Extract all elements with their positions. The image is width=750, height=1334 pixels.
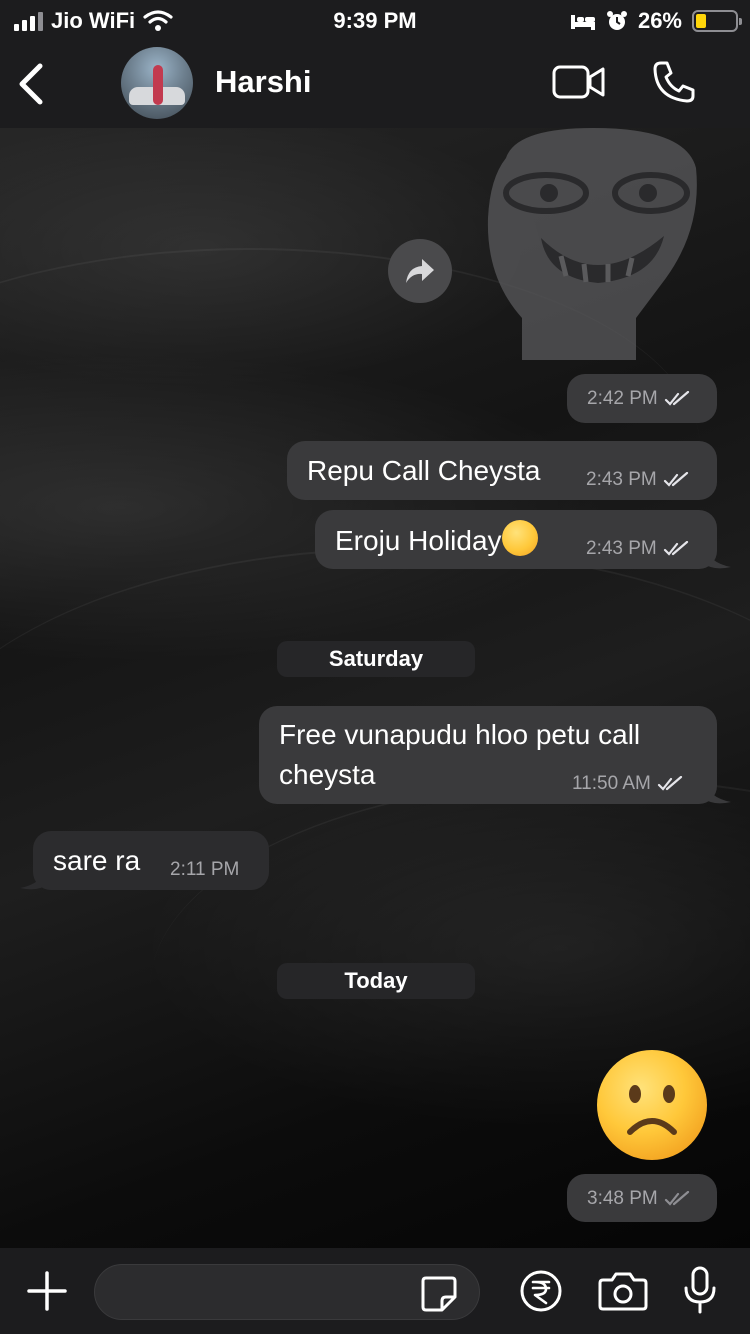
- message-time: 3:48 PM: [587, 1188, 658, 1209]
- read-ticks-icon: [657, 776, 682, 791]
- bubble-tail: [20, 866, 48, 890]
- emoji-time-chip: 3:48 PM: [567, 1174, 717, 1222]
- message-text: Eroju Holiday: [335, 525, 502, 556]
- outgoing-message[interactable]: Repu Call Cheysta 2:43 PM: [287, 441, 717, 500]
- delivered-ticks-icon: [664, 1191, 689, 1206]
- message-text-line: Free vunapudu hloo petu call: [279, 719, 641, 750]
- camera-icon[interactable]: [598, 1270, 648, 1312]
- forward-icon: [406, 259, 434, 283]
- message-input[interactable]: [115, 1275, 415, 1311]
- back-chevron-icon[interactable]: [14, 62, 50, 106]
- message-text-line: cheysta: [279, 759, 376, 790]
- bubble-tail: [703, 545, 731, 569]
- video-call-icon[interactable]: [552, 64, 606, 100]
- message-time: 2:42 PM: [587, 388, 658, 409]
- smiling-face-sticker[interactable]: [486, 128, 700, 360]
- outgoing-message[interactable]: Eroju Holiday 2:43 PM: [315, 510, 717, 569]
- message-input-box[interactable]: [94, 1264, 480, 1320]
- composer-bar: [0, 1248, 750, 1334]
- date-separator: Saturday: [277, 641, 475, 677]
- battery-fill: [696, 14, 706, 28]
- frowning-face-features: [627, 1085, 677, 1135]
- microphone-icon[interactable]: [683, 1266, 717, 1314]
- message-text: Repu Call Cheysta: [307, 455, 541, 486]
- plus-icon[interactable]: [26, 1270, 68, 1312]
- date-separator: Today: [277, 963, 475, 999]
- incoming-message[interactable]: sare ra 2:11 PM: [33, 831, 269, 890]
- sticker-icon[interactable]: [420, 1275, 458, 1313]
- forward-button[interactable]: [388, 239, 452, 303]
- chat-header: Harshi: [0, 42, 750, 128]
- rupee-payment-icon[interactable]: [519, 1269, 563, 1313]
- status-bar: Jio WiFi 9:39 PM 26%: [0, 0, 750, 42]
- message-text: sare ra: [53, 845, 141, 876]
- contact-name[interactable]: Harshi: [215, 64, 311, 100]
- battery-icon: [692, 10, 742, 32]
- sticker-time-chip: 2:42 PM: [567, 374, 717, 423]
- read-ticks-icon: [663, 472, 688, 487]
- avatar[interactable]: [121, 47, 193, 119]
- bubble-tail: [703, 780, 731, 804]
- message-time: 2:43 PM: [586, 538, 657, 559]
- read-ticks-icon: [664, 391, 689, 406]
- message-time: 2:11 PM: [170, 859, 240, 880]
- grinning-sweat-emoji: [501, 520, 538, 556]
- phone-call-icon[interactable]: [652, 60, 696, 104]
- message-time: 11:50 AM: [572, 773, 651, 794]
- message-time: 2:43 PM: [586, 469, 657, 490]
- read-ticks-icon: [663, 541, 688, 556]
- battery-percent: 26%: [637, 8, 682, 33]
- bed-icon: [570, 15, 595, 30]
- outgoing-message[interactable]: Free vunapudu hloo petu call cheysta 11:…: [259, 706, 717, 804]
- frowning-face-emoji[interactable]: [597, 1050, 707, 1160]
- alarm-icon: [606, 11, 627, 30]
